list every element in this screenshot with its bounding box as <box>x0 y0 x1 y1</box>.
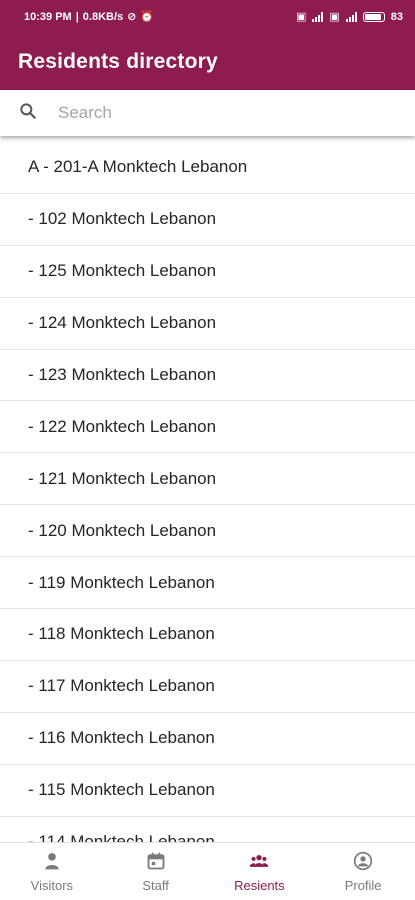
search-bar[interactable] <box>0 90 415 136</box>
list-item[interactable]: A - 201-A Monktech Lebanon <box>0 142 415 194</box>
status-speed: 0.8KB/s <box>82 11 124 23</box>
bottom-navigation: Visitors Staff Resients Profile <box>0 842 415 900</box>
signal-icon <box>312 12 324 22</box>
list-item[interactable]: - 116 Monktech Lebanon <box>0 713 415 765</box>
calendar-icon <box>146 851 166 874</box>
search-icon <box>18 101 38 126</box>
battery-icon <box>362 12 385 22</box>
nav-label-residents: Resients <box>234 877 285 893</box>
list-item[interactable]: - 124 Monktech Lebanon <box>0 298 415 350</box>
app-bar: Residents directory <box>0 34 415 90</box>
profile-icon <box>353 851 373 874</box>
nav-item-residents[interactable]: Resients <box>208 843 312 900</box>
nav-item-profile[interactable]: Profile <box>311 843 415 900</box>
list-item[interactable]: - 119 Monktech Lebanon <box>0 557 415 610</box>
list-item[interactable]: - 115 Monktech Lebanon <box>0 765 415 817</box>
list-item[interactable]: - 117 Monktech Lebanon <box>0 661 415 713</box>
nav-label-staff: Staff <box>142 877 169 893</box>
battery-level: 83 <box>390 11 403 23</box>
nav-label-visitors: Visitors <box>30 877 74 893</box>
alarm-icon: ⏰ <box>140 10 155 23</box>
list-item[interactable]: - 114 Monktech Lebanon <box>0 817 415 842</box>
search-input[interactable] <box>58 103 358 123</box>
nav-item-staff[interactable]: Staff <box>104 843 208 900</box>
group-icon <box>249 851 269 874</box>
person-icon <box>42 851 62 874</box>
list-item[interactable]: - 102 Monktech Lebanon <box>0 194 415 246</box>
nav-item-visitors[interactable]: Visitors <box>0 843 104 900</box>
nav-label-profile: Profile <box>344 877 382 893</box>
signal-icon-2 <box>345 12 357 22</box>
residents-list[interactable]: A - 201-A Monktech Lebanon - 102 Monktec… <box>0 142 415 842</box>
status-bar: 10:39 PM | 0.8KB/s ⊘ ⏰ ▣ ▣ 83 <box>0 0 415 34</box>
list-item[interactable]: - 123 Monktech Lebanon <box>0 350 415 402</box>
volte-icon: ▣ <box>329 10 340 23</box>
list-item[interactable]: - 118 Monktech Lebanon <box>0 609 415 661</box>
list-item[interactable]: - 120 Monktech Lebanon <box>0 505 415 558</box>
vibrate-icon: ▣ <box>295 10 307 23</box>
list-item[interactable]: - 125 Monktech Lebanon <box>0 246 415 298</box>
list-item[interactable]: - 121 Monktech Lebanon <box>0 453 415 506</box>
list-item[interactable]: - 122 Monktech Lebanon <box>0 401 415 454</box>
status-time: 10:39 PM <box>24 11 72 23</box>
page-title: Residents directory <box>18 50 218 73</box>
notification-off-icon: ⊘ <box>127 10 137 23</box>
